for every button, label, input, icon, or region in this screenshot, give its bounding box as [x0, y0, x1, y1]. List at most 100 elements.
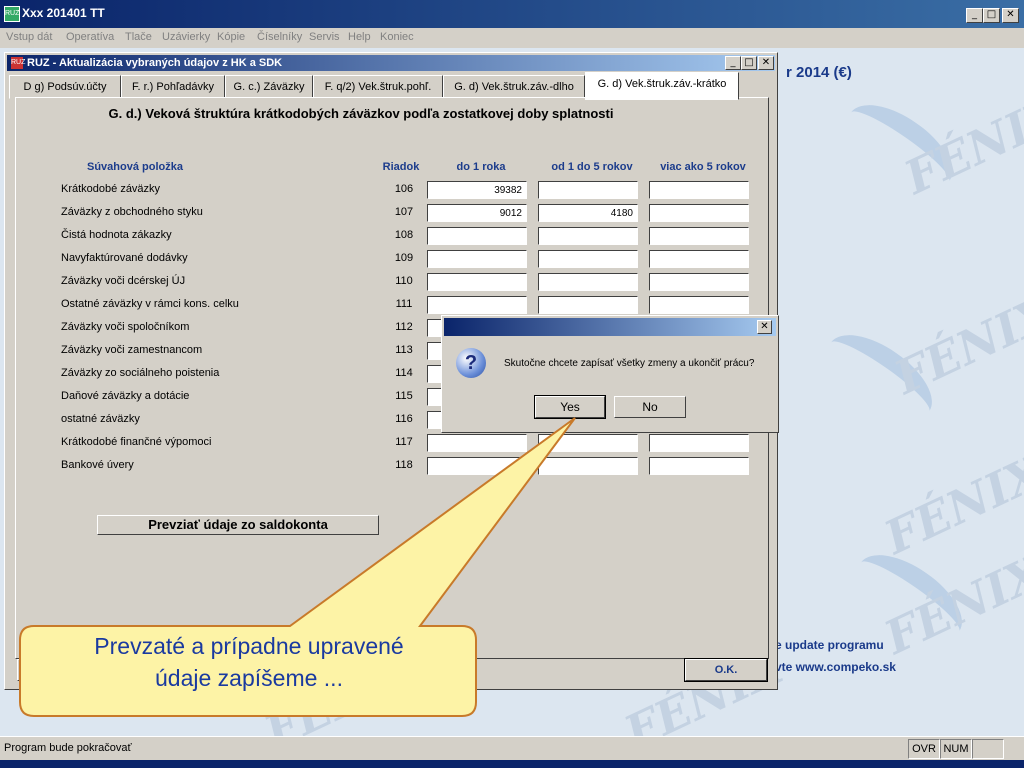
question-icon: ?	[456, 348, 486, 378]
panel-heading: G. d.) Veková štruktúra krátkodobých záv…	[108, 106, 614, 121]
menu-operativa[interactable]: Operatíva	[66, 31, 114, 43]
row-number: 108	[394, 229, 414, 241]
row-number: 107	[394, 206, 414, 218]
dialog-app-icon: RUZ	[11, 57, 25, 69]
row-number: 113	[395, 344, 413, 356]
value-field-do-1-roka[interactable]	[427, 434, 527, 452]
column-header-viac-ako-5: viac ako 5 rokov	[660, 161, 746, 173]
app-titlebar[interactable]: RUZ Xxx 201401 TT _ □ ✕	[0, 0, 1024, 28]
tab-pohladavky[interactable]: F. r.) Pohľadávky	[121, 75, 225, 99]
dialog-maximize-icon[interactable]: □	[741, 56, 757, 70]
minimize-icon[interactable]: _	[966, 8, 983, 23]
value-field-od-1-do-5[interactable]	[538, 434, 638, 452]
status-empty-cell	[972, 739, 1004, 759]
status-text: Program bude pokračovať	[4, 742, 132, 754]
watermark-text: FÉNIX	[886, 285, 1024, 405]
background-website-link[interactable]: vte www.compeko.sk	[775, 660, 896, 674]
value-field-viac-ako-5[interactable]	[649, 204, 749, 222]
value-field-viac-ako-5[interactable]	[649, 250, 749, 268]
confirm-message: Skutočne chcete zapísať všetky zmeny a u…	[504, 358, 755, 369]
value-field-od-1-do-5[interactable]	[538, 181, 638, 199]
menu-koniec[interactable]: Koniec	[380, 31, 414, 43]
tab-zavazky[interactable]: G. c.) Záväzky	[225, 75, 313, 99]
value-field-viac-ako-5[interactable]	[649, 434, 749, 452]
row-label: Krátkodobé záväzky	[61, 183, 161, 195]
row-label: Záväzky voči dcérskej ÚJ	[61, 275, 186, 287]
value-field-od-1-do-5[interactable]	[538, 250, 638, 268]
watermark-text: FÉNIX	[876, 445, 1024, 565]
menu-bar: Vstup dát Operatíva Tlače Uzávierky Kópi…	[0, 28, 1024, 48]
column-header-od-1-do-5: od 1 do 5 rokov	[551, 161, 633, 173]
row-number: 115	[395, 390, 413, 402]
bottom-border	[0, 760, 1024, 768]
column-header-row: Riadok	[382, 161, 420, 173]
value-field-viac-ako-5[interactable]	[649, 227, 749, 245]
row-number: 110	[395, 275, 413, 287]
row-number: 109	[394, 252, 414, 264]
maximize-icon[interactable]: □	[983, 8, 1000, 23]
prevziat-saldokonto-button[interactable]: Prevziať údaje zo saldokonta	[97, 515, 379, 535]
row-label: Záväzky voči spoločníkom	[61, 321, 190, 333]
value-field-viac-ako-5[interactable]	[649, 181, 749, 199]
row-label: Záväzky zo sociálneho poistenia	[61, 367, 220, 379]
menu-kopie[interactable]: Kópie	[217, 31, 245, 43]
close-icon[interactable]: ✕	[1002, 8, 1019, 23]
dialog-title: RUZ - Aktualizácia vybraných údajov z HK…	[27, 57, 283, 69]
status-num: NUM	[940, 739, 972, 759]
confirm-titlebar[interactable]: ✕	[444, 318, 776, 336]
menu-help[interactable]: Help	[348, 31, 371, 43]
value-field-viac-ako-5[interactable]	[649, 296, 749, 314]
value-field-od-1-do-5[interactable]	[538, 273, 638, 291]
app-title: Xxx 201401 TT	[22, 6, 105, 20]
callout-text: Prevzaté a prípadne upravené údaje zapíš…	[94, 633, 404, 691]
column-header-item: Súvahová položka	[87, 161, 183, 173]
row-label: Záväzky z obchodného styku	[61, 206, 203, 218]
no-button[interactable]: No	[614, 396, 686, 418]
value-field-viac-ako-5[interactable]	[649, 457, 749, 475]
background-heading: r 2014 (€)	[786, 64, 852, 81]
row-label: Čistá hodnota zákazky	[61, 229, 172, 241]
value-field-od-1-do-5[interactable]	[538, 227, 638, 245]
row-label: ostatné záväzky	[61, 413, 140, 425]
status-bar: Program bude pokračovať OVR NUM	[0, 736, 1024, 761]
value-field-do-1-roka[interactable]	[427, 273, 527, 291]
tab-vek-struk-zav-kratko[interactable]: G. d) Vek.štruk.záv.-krátko	[585, 72, 739, 100]
status-ovr: OVR	[908, 739, 940, 759]
row-number: 118	[395, 459, 413, 471]
dialog-titlebar[interactable]: RUZ RUZ - Aktualizácia vybraných údajov …	[7, 55, 775, 71]
value-field-viac-ako-5[interactable]	[649, 273, 749, 291]
value-field-do-1-roka[interactable]	[427, 457, 527, 475]
value-field-do-1-roka[interactable]	[427, 250, 527, 268]
row-number: 117	[395, 436, 413, 448]
tab-vek-struk-pohl[interactable]: F. q/2) Vek.štruk.pohľ.	[313, 75, 443, 99]
menu-ciselniky[interactable]: Číselníky	[257, 31, 302, 43]
menu-uzavierky[interactable]: Uzávierky	[162, 31, 210, 43]
row-label: Daňové záväzky a dotácie	[61, 390, 190, 402]
row-number: 114	[395, 367, 413, 379]
row-number: 116	[395, 413, 413, 425]
app-icon: RUZ	[4, 6, 20, 22]
menu-servis[interactable]: Servis	[309, 31, 340, 43]
menu-tlace[interactable]: Tlače	[125, 31, 152, 43]
row-label: Navyfaktúrované dodávky	[61, 252, 188, 264]
dialog-close-icon[interactable]: ✕	[758, 56, 774, 70]
confirm-dialog: ✕ ? Skutočne chcete zapísať všetky zmeny…	[441, 315, 779, 433]
row-label: Ostatné záväzky v rámci kons. celku	[61, 298, 239, 310]
dialog-minimize-icon[interactable]: _	[725, 56, 741, 70]
value-field-do-1-roka[interactable]: 9012	[427, 204, 527, 222]
yes-button[interactable]: Yes	[534, 395, 606, 419]
value-field-do-1-roka[interactable]	[427, 296, 527, 314]
ok-button[interactable]: O.K.	[684, 658, 768, 682]
background-update-text: e update programu	[775, 638, 884, 652]
value-field-do-1-roka[interactable]	[427, 227, 527, 245]
column-header-do-1-roka: do 1 roka	[456, 161, 506, 173]
confirm-close-icon[interactable]: ✕	[757, 320, 772, 334]
value-field-do-1-roka[interactable]: 39382	[427, 181, 527, 199]
menu-vstup-dat[interactable]: Vstup dát	[6, 31, 52, 43]
tab-vek-struk-zav-dlho[interactable]: G. d) Vek.štruk.záv.-dlho	[443, 75, 585, 99]
value-field-od-1-do-5[interactable]: 4180	[538, 204, 638, 222]
value-field-od-1-do-5[interactable]	[538, 296, 638, 314]
value-field-od-1-do-5[interactable]	[538, 457, 638, 475]
row-number: 112	[395, 321, 413, 333]
tab-podsuv-ucty[interactable]: D g) Podsúv.účty	[9, 75, 121, 99]
